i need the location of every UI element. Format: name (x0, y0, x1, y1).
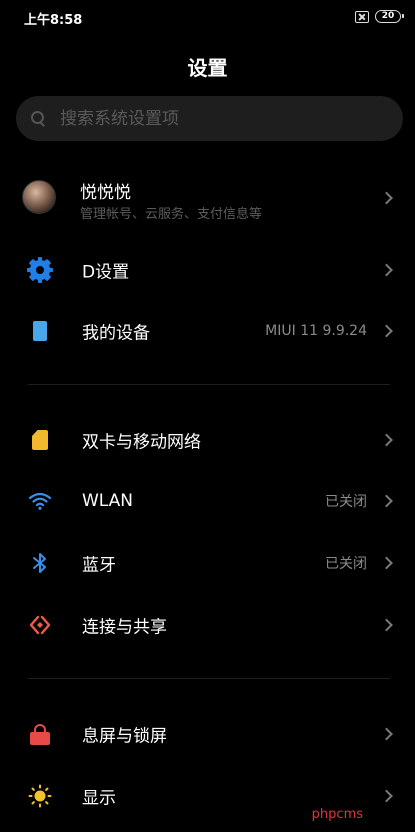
status-time: 上午8:58 (24, 13, 83, 28)
battery-icon: 20 (375, 10, 404, 23)
watermark: phpcms (311, 807, 363, 822)
chevron-right-icon (380, 494, 393, 508)
share-connection-icon (25, 610, 55, 640)
lock-icon (25, 719, 55, 749)
sun-icon (25, 781, 55, 811)
search-input[interactable] (60, 108, 360, 129)
divider (28, 384, 390, 385)
row-label: WLAN (82, 491, 134, 511)
row-label: 显示 (82, 788, 116, 809)
settings-row-wlan[interactable]: WLAN 已关闭 (0, 471, 415, 531)
row-label: D设置 (82, 262, 130, 283)
settings-row-dual-sim[interactable]: 双卡与移动网络 (0, 410, 415, 470)
avatar (22, 180, 56, 214)
row-label: 连接与共享 (82, 617, 167, 638)
device-icon (25, 316, 55, 346)
no-sim-icon (355, 10, 369, 23)
settings-row-connection-sharing[interactable]: 连接与共享 (0, 595, 415, 655)
row-value: 已关闭 (325, 494, 367, 510)
divider (28, 678, 390, 679)
search-icon (31, 110, 47, 127)
row-label: 双卡与移动网络 (82, 432, 201, 453)
row-label: 我的设备 (82, 323, 150, 344)
row-label: 蓝牙 (82, 555, 116, 576)
chevron-right-icon (380, 618, 393, 632)
row-value: MIUI 11 9.9.24 (265, 323, 367, 339)
bluetooth-icon (25, 548, 55, 578)
chevron-right-icon (380, 191, 393, 205)
wifi-icon (25, 486, 55, 516)
sim-card-icon (25, 425, 55, 455)
profile-subtitle: 管理帐号、云服务、支付信息等 (80, 207, 263, 222)
chevron-right-icon (380, 789, 393, 803)
search-bar[interactable] (16, 96, 403, 141)
profile-name: 悦悦悦 (80, 183, 131, 203)
status-icons: 20 (355, 10, 404, 23)
chevron-right-icon (380, 324, 393, 338)
settings-row-my-device[interactable]: 我的设备 MIUI 11 9.9.24 (0, 301, 415, 361)
gear-icon (25, 255, 55, 285)
chevron-right-icon (380, 433, 393, 447)
row-value: 已关闭 (325, 556, 367, 572)
status-bar: 上午8:58 20 (0, 0, 415, 34)
chevron-right-icon (380, 263, 393, 277)
chevron-right-icon (380, 556, 393, 570)
row-label: 息屏与锁屏 (82, 726, 167, 747)
settings-row-bluetooth[interactable]: 蓝牙 已关闭 (0, 533, 415, 593)
chevron-right-icon (380, 727, 393, 741)
settings-row-d-settings[interactable]: D设置 (0, 240, 415, 300)
settings-row-lock-screen[interactable]: 息屏与锁屏 (0, 704, 415, 764)
page-title: 设置 (187, 56, 228, 80)
